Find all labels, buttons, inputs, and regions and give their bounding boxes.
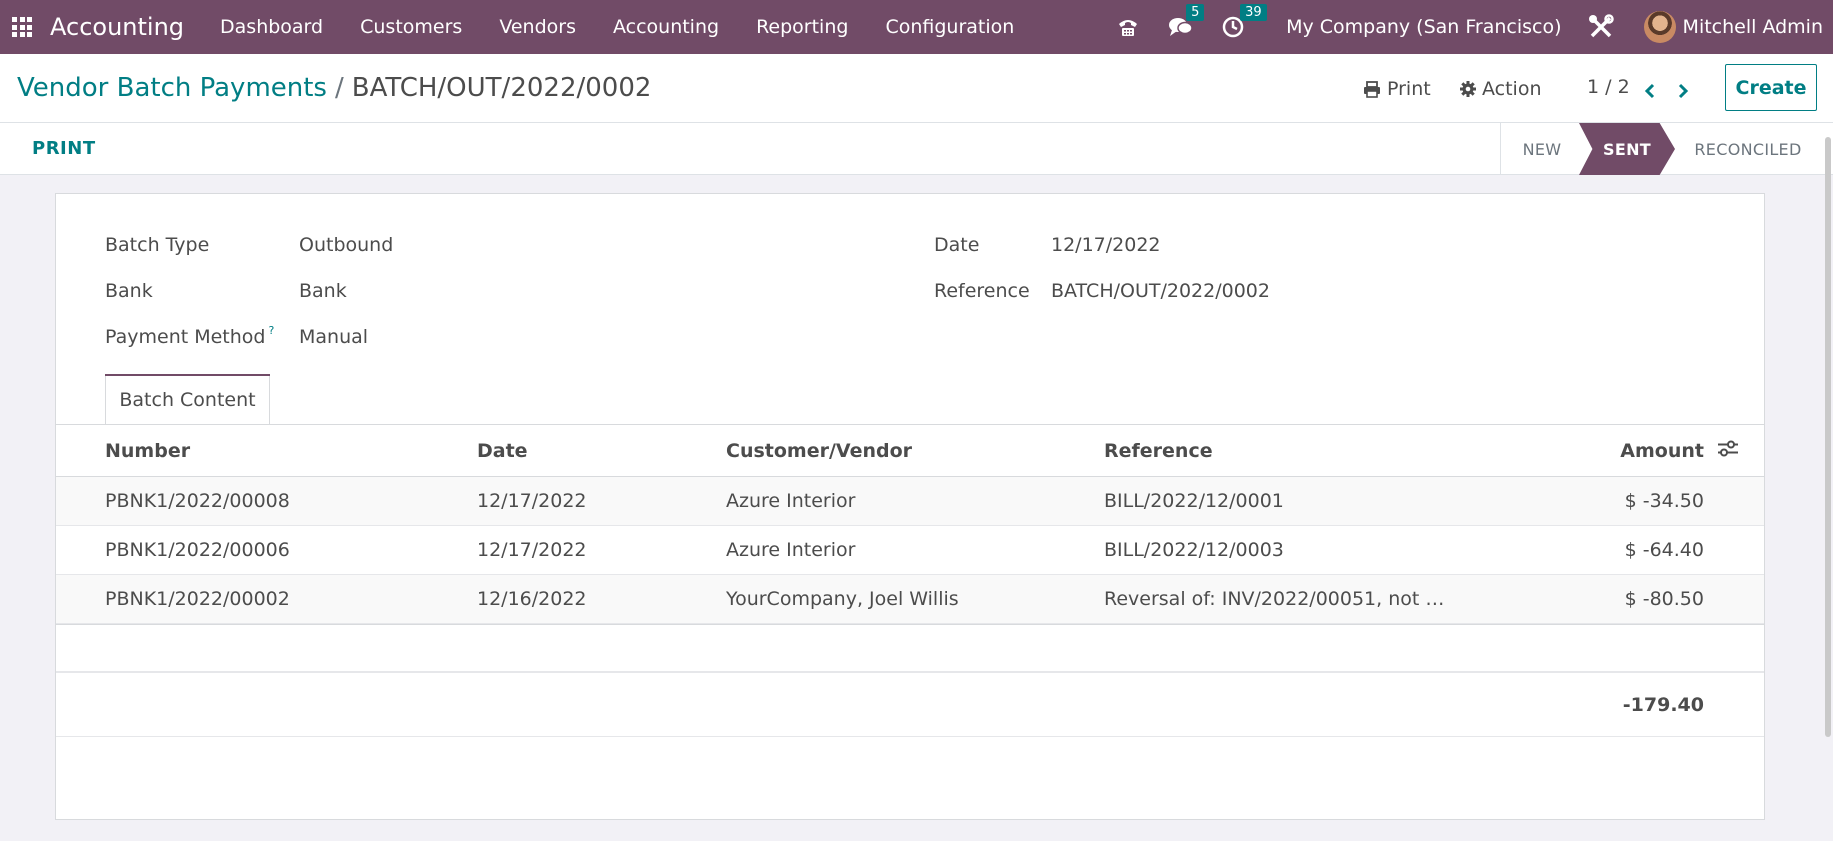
cell-amount: $ -64.40 [1624, 539, 1704, 561]
header-reference[interactable]: Reference [1104, 440, 1213, 462]
cell-date: 12/16/2022 [477, 588, 587, 610]
table-row[interactable]: PBNK1/2022/00002 12/16/2022 YourCompany,… [56, 575, 1764, 624]
control-panel: Vendor Batch Payments / BATCH/OUT/2022/000… [0, 54, 1833, 123]
user-menu[interactable]: Mitchell Admin [1683, 16, 1823, 38]
stage-new: NEW [1522, 139, 1562, 159]
table-footer-total: -179.40 [56, 673, 1764, 737]
form-sheet: Batch Type Outbound Bank Bank Payment Me… [55, 193, 1765, 820]
bank-label: Bank [105, 280, 153, 302]
user-avatar[interactable] [1643, 11, 1676, 43]
stage-pipeline: NEW SENT RECONCILED [1500, 123, 1823, 175]
cell-date: 12/17/2022 [477, 539, 587, 561]
header-number[interactable]: Number [105, 440, 190, 462]
page-scrollbar[interactable] [1825, 137, 1831, 737]
menu-vendors[interactable]: Vendors [499, 16, 576, 38]
cell-customer: Azure Interior [726, 539, 856, 561]
pager-previous-icon[interactable] [1643, 80, 1657, 104]
reference-value: BATCH/OUT/2022/0002 [1051, 280, 1270, 302]
company-switcher[interactable]: My Company (San Francisco) [1286, 16, 1561, 38]
optional-columns-icon[interactable] [1717, 439, 1739, 462]
cell-customer: Azure Interior [726, 490, 856, 512]
create-button[interactable]: Create [1725, 64, 1817, 111]
gear-icon [1460, 81, 1476, 97]
activities-clock-icon[interactable]: 39 [1222, 4, 1267, 38]
batch-payments-table: Number Date Customer/Vendor Reference Am… [56, 425, 1764, 737]
total-amount: -179.40 [1622, 693, 1704, 716]
date-label: Date [934, 234, 980, 256]
action-dropdown[interactable]: Action [1459, 72, 1542, 106]
header-customer-vendor[interactable]: Customer/Vendor [726, 440, 912, 462]
activities-badge: 39 [1240, 4, 1267, 21]
bank-value[interactable]: Bank [299, 280, 347, 302]
printer-icon [1364, 80, 1380, 98]
batch-type-label: Batch Type [105, 234, 210, 256]
print-button[interactable]: PRINT [32, 138, 96, 159]
payment-method-label: Payment Method? [105, 324, 274, 348]
cell-amount: $ -34.50 [1624, 490, 1704, 512]
pager-value[interactable]: 1 / 2 [1587, 76, 1630, 98]
debug-tools-icon[interactable] [1588, 14, 1614, 40]
date-value: 12/17/2022 [1051, 234, 1161, 256]
help-tooltip-icon[interactable]: ? [268, 324, 274, 337]
cell-number: PBNK1/2022/00006 [105, 539, 290, 561]
print-label: Print [1387, 78, 1431, 100]
header-amount[interactable]: Amount [1620, 440, 1704, 462]
pager-next-icon[interactable] [1676, 80, 1690, 104]
table-row[interactable]: PBNK1/2022/00008 12/17/2022 Azure Interi… [56, 477, 1764, 526]
messages-icon[interactable]: 5 [1168, 4, 1205, 38]
tab-batch-content[interactable]: Batch Content [105, 374, 270, 425]
stage-sent: SENT [1579, 123, 1675, 175]
stage-reconciled: RECONCILED [1694, 139, 1802, 159]
cell-reference: BILL/2022/12/0001 [1104, 490, 1284, 512]
batch-type-value: Outbound [299, 234, 394, 256]
breadcrumb-current: BATCH/OUT/2022/0002 [351, 73, 652, 103]
menu-accounting[interactable]: Accounting [613, 16, 719, 38]
cell-reference: BILL/2022/12/0003 [1104, 539, 1284, 561]
table-row[interactable]: PBNK1/2022/00006 12/17/2022 Azure Interi… [56, 526, 1764, 575]
breadcrumb-separator: / [334, 73, 344, 103]
cell-number: PBNK1/2022/00002 [105, 588, 290, 610]
menu-reporting[interactable]: Reporting [756, 16, 848, 38]
menu-dashboard[interactable]: Dashboard [220, 16, 323, 38]
payment-method-value: Manual [299, 326, 369, 348]
app-brand[interactable]: Accounting [50, 13, 184, 41]
top-navbar: Accounting Dashboard Customers Vendors A… [0, 0, 1833, 54]
main-menu: Dashboard Customers Vendors Accounting R… [220, 16, 1051, 38]
cell-number: PBNK1/2022/00008 [105, 490, 290, 512]
cell-amount: $ -80.50 [1624, 588, 1704, 610]
form-statusbar: PRINT NEW SENT RECONCILED [0, 123, 1833, 175]
cell-customer: YourCompany, Joel Willis [726, 588, 959, 610]
table-header: Number Date Customer/Vendor Reference Am… [56, 425, 1764, 477]
cell-reference: Reversal of: INV/2022/00051, not … [1104, 588, 1445, 610]
cell-date: 12/17/2022 [477, 490, 587, 512]
payment-method-label-text: Payment Method [105, 326, 266, 348]
apps-menu-icon[interactable] [12, 17, 32, 37]
phone-icon[interactable] [1116, 16, 1140, 38]
print-dropdown[interactable]: Print [1363, 72, 1431, 106]
action-label: Action [1482, 78, 1542, 100]
breadcrumb: Vendor Batch Payments / BATCH/OUT/2022/000… [17, 73, 651, 103]
menu-customers[interactable]: Customers [360, 16, 462, 38]
reference-label: Reference [934, 280, 1030, 302]
header-date[interactable]: Date [477, 440, 528, 462]
breadcrumb-parent-link[interactable]: Vendor Batch Payments [17, 73, 327, 103]
menu-configuration[interactable]: Configuration [885, 16, 1014, 38]
table-empty-row [56, 624, 1764, 673]
navbar-systray: 5 39 My Company (San Francisco) Mitchell… [1116, 0, 1833, 54]
messages-badge: 5 [1186, 4, 1205, 21]
